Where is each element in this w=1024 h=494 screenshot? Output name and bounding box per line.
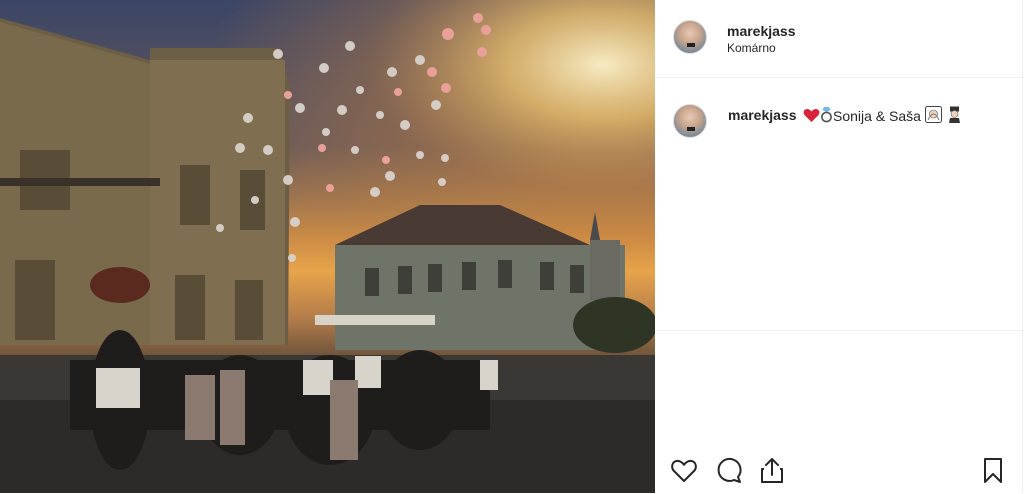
username-link[interactable]: marekjass (727, 23, 796, 39)
comment-icon[interactable] (713, 455, 743, 485)
share-icon[interactable] (757, 455, 787, 485)
photo-scene (0, 0, 655, 493)
caption-names: Sonija & Saša (833, 108, 921, 124)
action-bar (655, 330, 1022, 494)
caption-text: Sonija & Saša (803, 106, 963, 126)
ring-emoji (820, 106, 833, 126)
groom-emoji (946, 106, 963, 126)
avatar[interactable] (673, 20, 707, 54)
post-photo[interactable] (0, 0, 655, 493)
heart-icon[interactable] (669, 455, 699, 485)
comment-username-link[interactable]: marekjass (728, 107, 797, 123)
bride-emoji (924, 106, 942, 126)
avatar-bowtie (687, 43, 695, 47)
bookmark-icon[interactable] (978, 455, 1008, 485)
avatar-bowtie (687, 127, 695, 131)
post-header: marekjass Komárno (655, 0, 1022, 78)
location-link[interactable]: Komárno (727, 41, 776, 55)
post-side-panel: marekjass Komárno marekjass Sonija & Saš… (655, 0, 1023, 493)
avatar[interactable] (673, 104, 707, 138)
heart-emoji (803, 108, 820, 126)
caption-comment: marekjass Sonija & Saša (655, 96, 1022, 138)
